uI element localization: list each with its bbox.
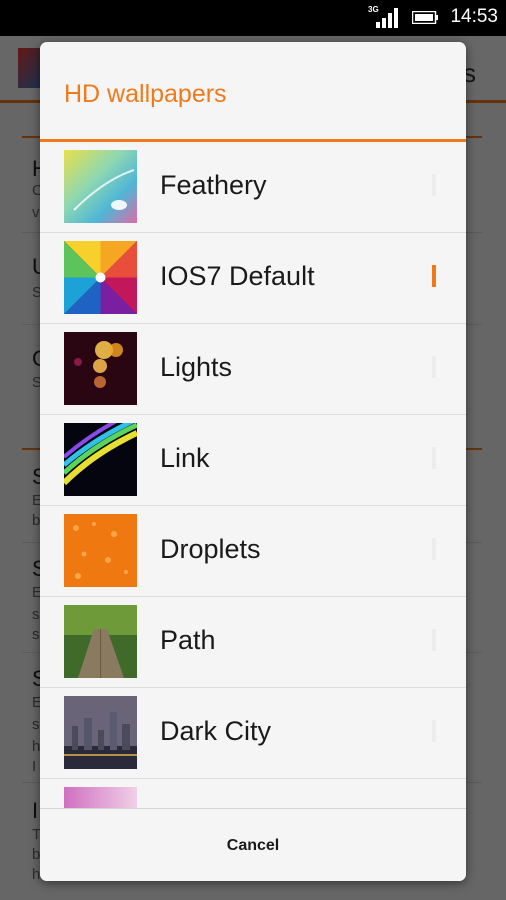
wallpaper-name: Link: [160, 443, 210, 473]
wallpaper-list[interactable]: Feathery IOS7 Default Lights Link Drople…: [40, 142, 466, 808]
wallpaper-name: IOS7 Default: [160, 261, 315, 291]
selection-indicator: [432, 720, 436, 742]
dialog-footer: Cancel: [40, 808, 466, 881]
selection-indicator: [432, 265, 436, 287]
wallpaper-dialog: HD wallpapers Feathery IOS7 Default Ligh…: [40, 42, 466, 881]
selection-indicator: [432, 629, 436, 651]
selection-indicator: [432, 447, 436, 469]
wallpaper-item-ios7-default[interactable]: IOS7 Default: [40, 233, 466, 324]
wallpaper-thumbnail: [64, 332, 137, 405]
wallpaper-thumbnail: [64, 787, 137, 808]
wallpaper-name: Feathery: [160, 170, 267, 200]
selection-indicator: [432, 538, 436, 560]
signal-icon: [376, 8, 398, 28]
wallpaper-item-dark-city[interactable]: Dark City: [40, 688, 466, 779]
wallpaper-name: Dark City: [160, 716, 272, 746]
wallpaper-thumbnail: [64, 423, 137, 496]
wallpaper-name: Lights: [160, 352, 233, 382]
clock: 14:53: [450, 6, 498, 27]
wallpaper-item-lights[interactable]: Lights: [40, 324, 466, 415]
wallpaper-thumbnail: [64, 605, 137, 678]
wallpaper-item-link[interactable]: Link: [40, 415, 466, 506]
wallpaper-thumbnail: [64, 514, 137, 587]
wallpaper-item-path[interactable]: Path: [40, 597, 466, 688]
wallpaper-name: Droplets: [160, 534, 261, 564]
selection-indicator: [432, 356, 436, 378]
status-bar: 3G 14:53: [0, 0, 506, 36]
wallpaper-name: Path: [160, 625, 216, 655]
wallpaper-item-partial[interactable]: [40, 779, 466, 808]
selection-indicator: [432, 174, 436, 196]
battery-icon: [412, 11, 438, 24]
wallpaper-thumbnail: [64, 150, 137, 223]
wallpaper-thumbnail: [64, 696, 137, 769]
dialog-title: HD wallpapers: [64, 80, 227, 108]
wallpaper-item-droplets[interactable]: Droplets: [40, 506, 466, 597]
wallpaper-thumbnail: [64, 241, 137, 314]
wallpaper-item-feathery[interactable]: Feathery: [40, 142, 466, 233]
cancel-button[interactable]: Cancel: [40, 809, 466, 881]
